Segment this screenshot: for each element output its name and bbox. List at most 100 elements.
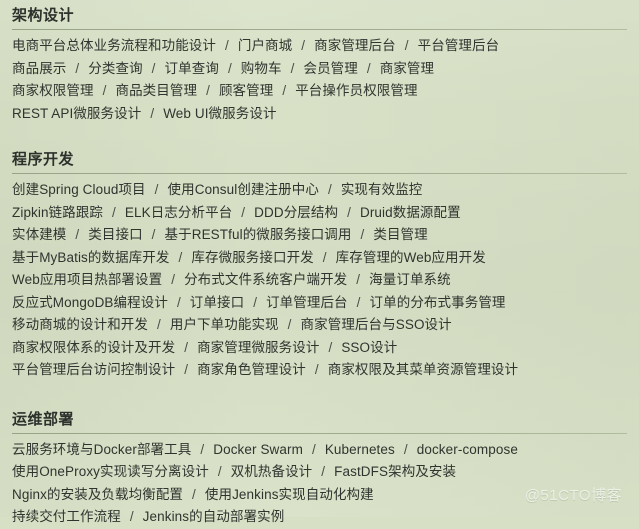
- topic-item: 门户商城: [237, 38, 293, 53]
- topic-line: 云服务环境与Docker部署工具 / Docker Swarm / Kubernetes…: [12, 439, 627, 462]
- topic-separator: /: [282, 83, 287, 98]
- topic-separator: /: [157, 317, 161, 332]
- topic-item: 订单接口: [189, 294, 245, 310]
- topic-item: 库存管理的Web应用开发: [335, 249, 486, 265]
- topic-item: 实现有效监控: [340, 182, 423, 197]
- topic-separator: /: [404, 38, 409, 53]
- topic-item: 分类查询: [88, 60, 143, 76]
- topic-item: REST API微服务设计: [12, 105, 142, 121]
- topic-item: DDD分层结构: [254, 204, 339, 220]
- topic-separator: /: [184, 362, 189, 377]
- topic-separator: /: [184, 339, 189, 355]
- topic-item: 会员管理: [303, 60, 358, 76]
- section-title-ops-deployment: 运维部署: [12, 410, 75, 428]
- topic-separator: /: [151, 227, 156, 242]
- topic-line: Web应用项目热部署设置 / 分布式文件系统客户端开发 / 海量订单系统: [12, 269, 627, 292]
- topic-item: 分布式文件系统客户端开发: [184, 272, 348, 287]
- topic-line: 使用OneProxy实现读写分离设计 / 双机热备设计 / FastDFS架构及安装: [12, 461, 627, 484]
- topic-item: 基于RESTful的微服务接口调用: [164, 227, 352, 242]
- topic-separator: /: [290, 60, 295, 76]
- topic-separator: /: [178, 249, 183, 265]
- topic-item: 订单的分布式事务管理: [369, 294, 506, 310]
- spacer-after-architecture: [12, 125, 627, 144]
- topic-line: 基于MyBatis的数据库开发 / 库存微服务接口开发 / 库存管理的Web应用开发: [12, 247, 627, 270]
- topic-item: 移动商城的设计和开发: [12, 317, 148, 332]
- topic-separator: /: [287, 317, 292, 332]
- topic-separator: /: [227, 60, 232, 76]
- section-divider-ops-deployment: [12, 432, 627, 434]
- topic-item: 使用Consul创建注册中心: [167, 182, 319, 197]
- topic-item: 库存微服务接口开发: [191, 249, 314, 265]
- topic-item: 订单管理后台: [266, 294, 348, 310]
- topic-item: 反应式MongoDB编程设计: [12, 294, 168, 310]
- topic-separator: /: [321, 464, 326, 479]
- topic-separator: /: [347, 204, 351, 220]
- topic-item: Nginx的安装及负载均衡配置: [12, 486, 184, 502]
- topic-separator: /: [75, 227, 80, 242]
- topic-item: 商家权限管理: [12, 83, 94, 98]
- topic-line: 平台管理后台访问控制设计 / 商家角色管理设计 / 商家权限及其菜单资源管理设计: [12, 359, 627, 382]
- section-lines-program-development: 创建Spring Cloud项目 / 使用Consul创建注册中心 / 实现有效监控 Zi…: [12, 178, 627, 382]
- topic-item: 顾客管理: [218, 83, 274, 98]
- topic-separator: /: [327, 182, 332, 197]
- topic-separator: /: [206, 83, 210, 98]
- topic-line: 电商平台总体业务流程和功能设计 / 门户商城 / 商家管理后台 / 平台管理后台: [12, 35, 627, 58]
- topic-line: 移动商城的设计和开发 / 用户下单功能实现 / 商家管理后台与SSO设计: [12, 314, 627, 337]
- topic-separator: /: [311, 441, 316, 457]
- topic-line: 商家权限体系的设计及开发 / 商家管理微服务设计 / SSO设计: [12, 337, 627, 360]
- topic-item: Docker Swarm: [213, 441, 303, 457]
- topic-item: 双机热备设计: [230, 464, 313, 479]
- spacer-after-development: [12, 382, 627, 404]
- topic-line: 创建Spring Cloud项目 / 使用Consul创建注册中心 / 实现有效监控: [12, 179, 627, 202]
- topic-line: 持续交付工作流程 / Jenkins的自动部署实例: [12, 506, 627, 529]
- topic-separator: /: [314, 362, 319, 377]
- topic-item: 使用Jenkins实现自动化构建: [204, 486, 374, 502]
- topic-item: 实体建模: [12, 227, 67, 242]
- topic-line: Nginx的安装及负载均衡配置 / 使用Jenkins实现自动化构建: [12, 484, 627, 507]
- topic-item: 商家管理: [379, 60, 435, 76]
- topic-separator: /: [150, 105, 155, 121]
- topic-separator: /: [301, 38, 306, 53]
- topic-separator: /: [217, 464, 222, 479]
- topic-item: 使用OneProxy实现读写分离设计: [12, 464, 209, 479]
- topic-separator: /: [154, 182, 159, 197]
- topic-separator: /: [328, 339, 333, 355]
- topic-item: 商家管理后台与SSO设计: [300, 317, 452, 332]
- topic-separator: /: [225, 38, 229, 53]
- topic-separator: /: [241, 204, 246, 220]
- topic-line: 商家权限管理 / 商品类目管理 / 顾客管理 / 平台操作员权限管理: [12, 80, 627, 103]
- section-architecture-design: 架构设计 电商平台总体业务流程和功能设计 / 门户商城 / 商家管理后台 / 平台管理后台商…: [12, 0, 627, 125]
- topic-line: 反应式MongoDB编程设计 / 订单接口 / 订单管理后台 / 订单的分布式事务管理: [12, 292, 627, 315]
- section-program-development: 程序开发 创建Spring Cloud项目 / 使用Consul创建注册中心 / 实现有…: [12, 144, 627, 382]
- topic-separator: /: [356, 294, 361, 310]
- topic-item: 商家权限及其菜单资源管理设计: [327, 362, 519, 377]
- topic-item: 类目管理: [373, 227, 428, 242]
- topic-item: 购物车: [240, 60, 282, 76]
- topic-separator: /: [403, 441, 408, 457]
- topic-item: 电商平台总体业务流程和功能设计: [12, 38, 216, 53]
- topic-line: 商品展示 / 分类查询 / 订单查询 / 购物车 / 会员管理 / 商家管理: [12, 58, 627, 81]
- topic-separator: /: [356, 272, 361, 287]
- topic-item: 商家权限体系的设计及开发: [12, 339, 176, 355]
- topic-item: 订单查询: [164, 60, 219, 76]
- topic-item: 商家管理后台: [314, 38, 396, 53]
- topic-item: ELK日志分析平台: [124, 204, 233, 220]
- topic-separator: /: [366, 60, 371, 76]
- topic-item: 类目接口: [88, 227, 143, 242]
- topic-item: 商品展示: [12, 60, 67, 76]
- section-title-program-development: 程序开发: [12, 151, 75, 168]
- topic-item: 基于MyBatis的数据库开发: [12, 249, 170, 265]
- section-title-architecture-design: 架构设计: [12, 7, 75, 24]
- topic-item: Web应用项目热部署设置: [12, 272, 163, 287]
- topic-item: Druid数据源配置: [359, 204, 461, 220]
- topic-separator: /: [112, 204, 116, 220]
- document-content: 架构设计 电商平台总体业务流程和功能设计 / 门户商城 / 商家管理后台 / 平台管理后台商…: [0, 0, 639, 529]
- topic-item: 商家角色管理设计: [197, 362, 306, 377]
- section-lines-architecture-design: 电商平台总体业务流程和功能设计 / 门户商城 / 商家管理后台 / 平台管理后台 商品展示 / 分…: [12, 34, 627, 125]
- topic-item: 平台管理后台访问控制设计: [12, 362, 176, 377]
- topic-item: Web UI微服务设计: [163, 105, 277, 121]
- topic-item: 创建Spring Cloud项目: [12, 182, 146, 197]
- topic-item: SSO设计: [341, 339, 398, 355]
- topic-separator: /: [322, 249, 327, 265]
- topic-separator: /: [192, 486, 196, 502]
